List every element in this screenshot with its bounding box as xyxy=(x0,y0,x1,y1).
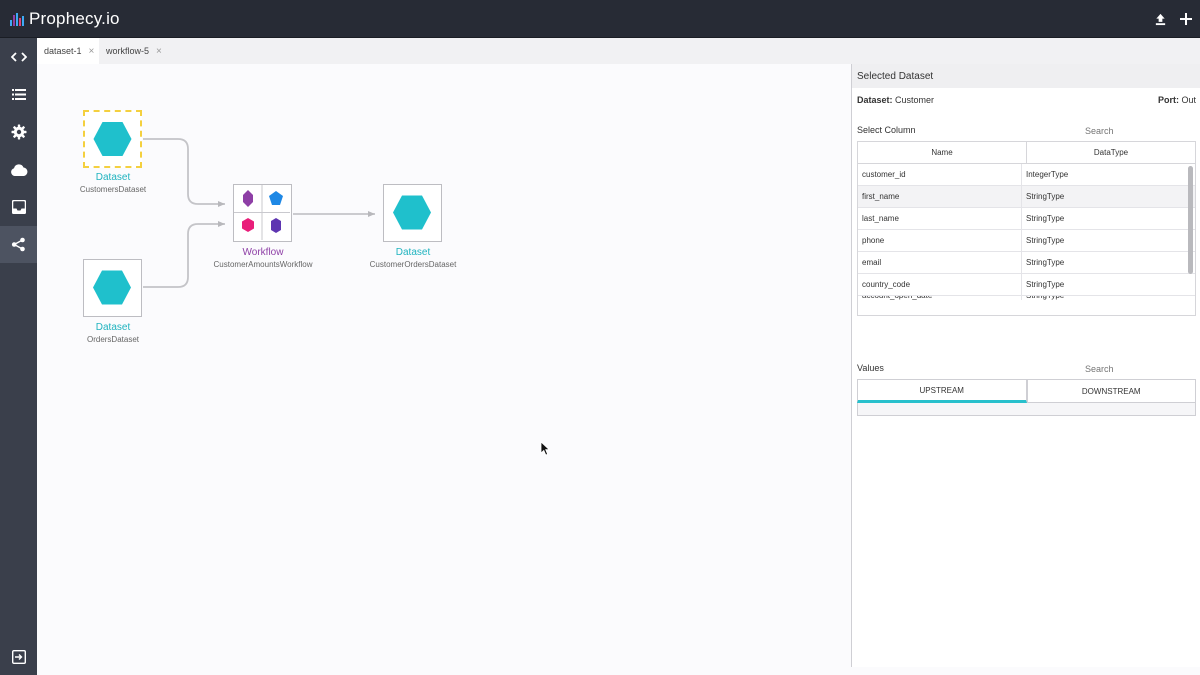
node-kind: Dataset xyxy=(395,247,431,258)
table-header: Name DataType xyxy=(858,142,1195,164)
editor-tab-bar: dataset-1 × workflow-5 × xyxy=(37,38,1200,64)
tab-workflow-5[interactable]: workflow-5 × xyxy=(99,38,175,64)
tab-label: dataset-1 xyxy=(44,46,82,56)
select-column-label: Select Column xyxy=(857,125,916,135)
sidebar-item-logout[interactable] xyxy=(0,638,37,675)
cell-name: phone xyxy=(858,230,1022,251)
graph-edges xyxy=(143,138,375,288)
port-info: Port: Out xyxy=(1158,95,1196,105)
plus-icon xyxy=(1180,13,1192,25)
cloud-icon xyxy=(10,163,27,176)
dataset-node-orders[interactable] xyxy=(83,259,142,317)
dataset-node-customers[interactable] xyxy=(83,110,142,168)
tab-close-icon[interactable]: × xyxy=(156,46,162,57)
table-row[interactable]: customer_id IntegerType xyxy=(858,164,1195,186)
dataset-hexagon-icon xyxy=(93,270,131,305)
list-icon xyxy=(11,89,26,100)
left-sidebar xyxy=(0,38,37,675)
gear-icon xyxy=(11,124,26,139)
tab-dataset-1[interactable]: dataset-1 × xyxy=(37,38,99,64)
table-row[interactable]: last_name StringType xyxy=(858,208,1195,230)
table-row[interactable]: email StringType xyxy=(858,252,1195,274)
node-name: CustomerOrdersDataset xyxy=(369,260,457,269)
node-kind: Dataset xyxy=(95,172,131,183)
tab-close-icon[interactable]: × xyxy=(89,46,95,57)
cell-type: StringType xyxy=(1026,192,1065,201)
app-logo[interactable]: Prophecy.io xyxy=(10,8,120,30)
selected-dataset-panel: Selected Dataset Dataset: Customer Port:… xyxy=(851,64,1200,667)
upload-button[interactable] xyxy=(1151,10,1169,28)
logo-bars-icon xyxy=(10,12,24,26)
cell-type: StringType xyxy=(1026,258,1065,267)
dataset-hexagon-icon xyxy=(393,195,431,230)
node-kind: Dataset xyxy=(95,322,131,333)
add-button[interactable] xyxy=(1177,10,1195,28)
cell-type: StringType xyxy=(1026,280,1065,289)
logout-icon xyxy=(11,649,26,664)
table-row[interactable]: country_code StringType xyxy=(858,274,1195,296)
values-list xyxy=(857,403,1196,416)
column-header-datatype[interactable]: DataType xyxy=(1027,142,1195,163)
table-row[interactable]: first_name StringType xyxy=(858,186,1195,208)
workflow-node[interactable] xyxy=(233,184,292,242)
cell-name: first_name xyxy=(858,186,1022,207)
table-scrollbar[interactable] xyxy=(1188,166,1193,274)
node-name: OrdersDataset xyxy=(86,335,140,344)
node-label-customer-orders: Dataset CustomerOrdersDataset xyxy=(343,247,483,269)
sidebar-item-share[interactable] xyxy=(0,226,37,263)
code-icon xyxy=(10,51,27,62)
cell-type: StringType xyxy=(1026,214,1065,223)
node-name: CustomersDataset xyxy=(79,185,147,194)
upload-icon xyxy=(1155,13,1165,25)
tab-upstream[interactable]: UPSTREAM xyxy=(857,379,1027,403)
sidebar-item-cloud[interactable] xyxy=(0,151,37,188)
cell-name: account_open_date xyxy=(858,296,1022,300)
cell-type: StringType xyxy=(1022,296,1185,300)
dataset-info: Dataset: Customer xyxy=(857,95,934,105)
dataset-node-customer-orders[interactable] xyxy=(383,184,442,242)
values-label: Values xyxy=(857,363,884,373)
cell-name: country_code xyxy=(858,274,1022,295)
port-value: Out xyxy=(1181,95,1196,105)
sidebar-item-list[interactable] xyxy=(0,76,37,113)
values-search-input[interactable] xyxy=(1085,364,1175,374)
values-tabs: UPSTREAM DOWNSTREAM xyxy=(857,379,1196,403)
table-row[interactable]: phone StringType xyxy=(858,230,1195,252)
mouse-cursor-icon xyxy=(540,441,550,456)
cell-name: last_name xyxy=(858,208,1022,229)
node-name: CustomerAmountsWorkflow xyxy=(213,260,313,269)
workflow-grid-icon xyxy=(234,185,290,240)
cell-type: StringType xyxy=(1026,236,1065,245)
column-table: Name DataType customer_id IntegerType fi… xyxy=(857,141,1196,316)
dataset-hexagon-icon xyxy=(93,122,132,156)
cell-type: IntegerType xyxy=(1026,170,1069,179)
tab-downstream[interactable]: DOWNSTREAM xyxy=(1026,379,1196,403)
column-search-input[interactable] xyxy=(1085,126,1175,136)
share-icon xyxy=(11,237,25,252)
workflow-canvas[interactable]: Dataset CustomersDataset Dataset OrdersD… xyxy=(37,64,851,675)
app-title: Prophecy.io xyxy=(29,9,120,28)
dataset-value: Customer xyxy=(895,95,935,105)
tab-label: workflow-5 xyxy=(106,46,150,56)
node-label-workflow: Workflow CustomerAmountsWorkflow xyxy=(193,247,333,269)
node-label-customers: Dataset CustomersDataset xyxy=(63,172,163,194)
table-row[interactable]: account_open_date StringType xyxy=(858,296,1195,305)
dataset-label: Dataset: xyxy=(857,95,893,105)
panel-title: Selected Dataset xyxy=(852,64,1200,88)
port-label: Port: xyxy=(1157,95,1179,105)
sidebar-item-settings[interactable] xyxy=(0,113,37,150)
inbox-icon xyxy=(11,199,26,214)
node-label-orders: Dataset OrdersDataset xyxy=(63,322,163,344)
column-header-name[interactable]: Name xyxy=(858,142,1027,163)
cell-name: email xyxy=(858,252,1022,273)
top-header: Prophecy.io xyxy=(0,0,1200,38)
cell-name: customer_id xyxy=(858,164,1022,185)
sidebar-item-inbox[interactable] xyxy=(0,188,37,225)
node-kind: Workflow xyxy=(242,247,284,258)
sidebar-item-code[interactable] xyxy=(0,38,37,75)
